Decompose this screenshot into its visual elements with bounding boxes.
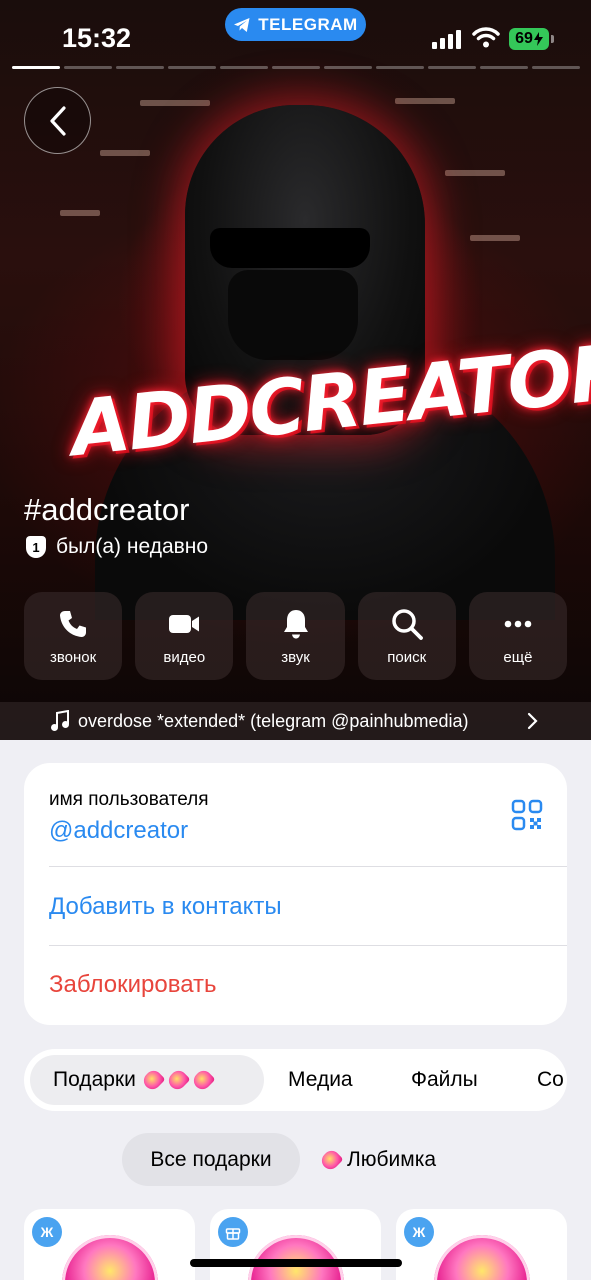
telegram-plane-icon (234, 17, 250, 32)
profile-music-bar[interactable]: overdose *extended* (telegram @painhubme… (0, 702, 591, 740)
search-button[interactable]: поиск (357, 592, 456, 680)
figure-mask (228, 270, 358, 360)
telegram-pill[interactable]: TELEGRAM (225, 8, 366, 41)
gift-tag-badge: Ж (404, 1217, 434, 1247)
story-progress-bars (12, 66, 580, 69)
sound-button[interactable]: звук (246, 592, 345, 680)
heart-gift-icon (190, 1067, 216, 1093)
chevron-left-icon (49, 105, 66, 136)
wifi-icon (472, 27, 500, 48)
heart-gift-icon (248, 1235, 344, 1280)
video-button[interactable]: видео (135, 592, 234, 680)
call-button[interactable]: звонок (24, 592, 123, 680)
back-button[interactable] (24, 87, 91, 154)
gift-card[interactable]: Ж (24, 1209, 195, 1280)
tab-media[interactable]: Медиа (288, 1055, 353, 1105)
profile-info-card: имя пользователя @addcreator Добавить в … (24, 763, 567, 1025)
tab-gifts[interactable]: Подарки (30, 1055, 264, 1105)
action-buttons: звонок видео звук поиск ещё (24, 592, 568, 680)
tab-files[interactable]: Файлы (411, 1055, 478, 1105)
battery-indicator: 69 (509, 28, 549, 50)
shield-badge-icon: 1 (26, 536, 46, 558)
battery-level: 69 (515, 30, 533, 47)
username-label: имя пользователя (49, 789, 209, 810)
heart-gift-icon (318, 1147, 344, 1173)
filter-all-gifts[interactable]: Все подарки (122, 1133, 300, 1186)
battery-tip (551, 35, 554, 43)
heart-gift-icon (140, 1067, 166, 1093)
heart-gift-icon (165, 1067, 191, 1093)
charging-bolt-icon (533, 32, 543, 46)
last-seen-text: был(а) недавно (56, 535, 209, 558)
divider (49, 866, 567, 867)
chevron-right-icon (527, 712, 538, 730)
tab-gifts-label: Подарки (53, 1068, 136, 1091)
heart-gift-icon (62, 1235, 158, 1280)
phone-icon (60, 610, 87, 637)
signal-icon (432, 30, 461, 49)
profile-content-tabs: Подарки Медиа Файлы Со (24, 1049, 567, 1111)
qr-code-icon[interactable] (511, 799, 543, 831)
music-note-icon (51, 710, 69, 731)
divider (49, 945, 567, 946)
gift-tag-badge: Ж (32, 1217, 62, 1247)
filter-favorite-label: Любимка (347, 1148, 437, 1171)
bell-icon (283, 609, 308, 638)
add-contact-button[interactable]: Добавить в контакты (49, 893, 282, 921)
search-label: поиск (387, 648, 427, 666)
block-user-button[interactable]: Заблокировать (49, 971, 217, 999)
filter-favorite[interactable]: Любимка (318, 1147, 437, 1173)
tab-partial[interactable]: Со (537, 1055, 564, 1105)
gift-card[interactable]: Ж (396, 1209, 567, 1280)
username-link[interactable]: @addcreator (49, 817, 188, 845)
figure-glasses (210, 228, 370, 268)
home-indicator (190, 1259, 402, 1267)
video-label: видео (163, 648, 206, 666)
call-label: звонок (49, 648, 97, 666)
status-time: 15:32 (62, 23, 132, 53)
more-button[interactable]: ещё (468, 592, 568, 680)
last-seen-row: 1 был(а) недавно (26, 535, 208, 559)
video-icon (169, 614, 200, 633)
search-icon (391, 608, 423, 640)
gift-icon (218, 1217, 248, 1247)
more-label: ещё (503, 648, 533, 666)
more-icon (504, 620, 532, 627)
profile-name: #addcreator (24, 492, 190, 527)
gift-card[interactable] (210, 1209, 381, 1280)
heart-gift-icon (434, 1235, 530, 1280)
sound-label: звук (281, 648, 310, 666)
status-bar: 15:32 TELEGRAM 69 (0, 0, 591, 60)
music-track-title: overdose *extended* (telegram @painhubme… (78, 710, 469, 731)
telegram-pill-label: TELEGRAM (258, 14, 358, 34)
